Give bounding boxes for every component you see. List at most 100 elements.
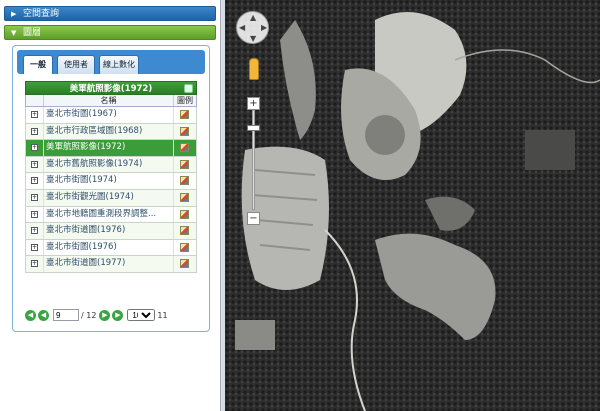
spatial-query-header[interactable]: ▶ 空間查詢: [4, 6, 216, 21]
spatial-query-label: 空間查詢: [23, 9, 60, 19]
page-number-input[interactable]: [53, 309, 79, 321]
layer-row[interactable]: + 臺北市地籍圖重測段界調整...: [25, 206, 197, 224]
next-page-button[interactable]: ▶: [99, 309, 111, 321]
grid-title-bar: 美軍航照影像(1972): [25, 81, 197, 95]
pan-left-icon[interactable]: ◀: [239, 23, 245, 32]
legend-icon[interactable]: [180, 126, 189, 136]
plus-icon[interactable]: +: [31, 160, 38, 168]
grid-rows: + 臺北市街圖(1967) + 臺北市行政區域圖(1968) + 美軍航照影像(1972)…: [25, 107, 197, 273]
legend-cell[interactable]: [174, 124, 196, 140]
expand-cell[interactable]: +: [26, 239, 44, 256]
layer-box: 一般 使用者 線上數化 美軍航照影像(1972) 名稱 圖例 + 臺北市街圖(19…: [12, 45, 210, 332]
layer-row[interactable]: + 臺北市街道圖(1976): [25, 223, 197, 240]
plus-icon[interactable]: +: [31, 210, 38, 218]
layer-name[interactable]: 臺北市街圖(1974): [44, 173, 174, 189]
expand-cell[interactable]: +: [26, 189, 44, 206]
legend-cell[interactable]: [174, 190, 196, 206]
last-page-button[interactable]: ▶: [112, 309, 124, 321]
legend-icon[interactable]: [180, 209, 189, 219]
grid-header-row: 名稱 圖例: [25, 95, 197, 107]
legend-cell[interactable]: [174, 107, 196, 123]
legend-column-header: 圖例: [177, 96, 193, 105]
page-size-select[interactable]: 10: [127, 309, 156, 321]
plus-icon[interactable]: +: [31, 260, 38, 268]
page-total: / 12: [81, 310, 97, 320]
plus-icon[interactable]: +: [31, 127, 38, 135]
expand-cell[interactable]: +: [26, 123, 44, 140]
layer-panel: ▶ 空間查詢 ▼ 圖層 一般 使用者 線上數化 美軍航照影像(1972) 名稱 …: [0, 0, 220, 411]
layer-row[interactable]: + 臺北市舊航照影像(1974): [25, 156, 197, 174]
expand-cell[interactable]: +: [26, 206, 44, 223]
plus-icon[interactable]: +: [31, 243, 38, 251]
layer-name[interactable]: 臺北市街圖(1976): [44, 239, 174, 256]
tab-general[interactable]: 一般: [23, 55, 53, 74]
plus-icon[interactable]: +: [31, 193, 38, 201]
legend-icon[interactable]: [180, 143, 189, 153]
street-view-pegman-icon[interactable]: [249, 58, 259, 80]
legend-cell[interactable]: [174, 140, 196, 156]
expand-cell[interactable]: +: [26, 256, 44, 272]
tab-strip: 一般 使用者 線上數化: [17, 50, 205, 74]
layer-name[interactable]: 美軍航照影像(1972): [44, 140, 174, 156]
expand-cell[interactable]: +: [26, 223, 44, 239]
pagination: ◀ ◀ / 12 ▶ ▶ 10 11: [25, 308, 215, 322]
layer-name[interactable]: 臺北市地籍圖重測段界調整...: [44, 206, 174, 223]
prev-page-button[interactable]: ◀: [38, 309, 49, 321]
expand-cell[interactable]: +: [26, 140, 44, 156]
legend-icon[interactable]: [180, 259, 189, 269]
zoom-handle[interactable]: [247, 125, 260, 131]
layer-name[interactable]: 臺北市舊航照影像(1974): [44, 156, 174, 173]
legend-icon[interactable]: [180, 159, 189, 169]
layer-name[interactable]: 臺北市行政區域圖(1968): [44, 123, 174, 140]
layer-row[interactable]: + 臺北市街道圖(1977): [25, 256, 197, 273]
legend-icon[interactable]: [180, 176, 189, 186]
tab-online-digitize[interactable]: 線上數化: [99, 55, 139, 74]
map-view[interactable]: ▲ ▼ ◀ ▶ + −: [225, 0, 600, 411]
first-page-button[interactable]: ◀: [25, 309, 36, 321]
legend-cell[interactable]: [174, 223, 196, 239]
layer-row[interactable]: + 臺北市行政區域圖(1968): [25, 123, 197, 141]
layer-row[interactable]: + 臺北市街圖(1967): [25, 107, 197, 124]
plus-icon[interactable]: +: [31, 144, 38, 152]
plus-icon[interactable]: +: [31, 177, 38, 185]
legend-cell[interactable]: [174, 240, 196, 256]
layer-row[interactable]: + 臺北市街觀光圖(1974): [25, 189, 197, 207]
layers-label: 圖層: [23, 28, 42, 38]
zoom-in-button[interactable]: +: [247, 97, 260, 110]
pan-up-icon[interactable]: ▲: [250, 13, 256, 22]
layers-header[interactable]: ▼ 圖層: [4, 25, 216, 40]
layer-name[interactable]: 臺北市街觀光圖(1974): [44, 189, 174, 206]
name-column-header[interactable]: 名稱: [44, 95, 174, 106]
legend-icon[interactable]: [180, 226, 189, 236]
layer-name[interactable]: 臺北市街道圖(1976): [44, 223, 174, 239]
grid-title: 美軍航照影像(1972): [69, 84, 153, 94]
legend-icon[interactable]: [180, 242, 189, 252]
record-count: 11: [157, 310, 168, 320]
layer-row[interactable]: + 美軍航照影像(1972): [25, 140, 197, 157]
zoom-slider[interactable]: + −: [247, 97, 260, 225]
pan-down-icon[interactable]: ▼: [250, 34, 256, 43]
plus-icon[interactable]: +: [31, 227, 38, 235]
legend-cell[interactable]: [174, 207, 196, 223]
grid-toggle-icon[interactable]: [184, 84, 193, 93]
expand-arrow-icon: ▼: [11, 29, 17, 37]
legend-icon[interactable]: [180, 192, 189, 202]
layer-row[interactable]: + 臺北市街圖(1976): [25, 239, 197, 257]
layer-grid: 美軍航照影像(1972) 名稱 圖例 + 臺北市街圖(1967) + 臺北市行政區域圖…: [25, 81, 197, 273]
collapse-arrow-icon: ▶: [11, 10, 17, 18]
legend-icon[interactable]: [180, 110, 189, 119]
legend-cell[interactable]: [174, 173, 196, 189]
pan-control[interactable]: ▲ ▼ ◀ ▶: [236, 11, 269, 44]
expand-cell[interactable]: +: [26, 107, 44, 123]
legend-cell[interactable]: [174, 256, 196, 272]
plus-icon[interactable]: +: [31, 111, 38, 118]
pan-right-icon[interactable]: ▶: [261, 23, 267, 32]
expand-cell[interactable]: +: [26, 156, 44, 173]
layer-name[interactable]: 臺北市街道圖(1977): [44, 256, 174, 272]
legend-cell[interactable]: [174, 157, 196, 173]
zoom-out-button[interactable]: −: [247, 212, 260, 225]
layer-row[interactable]: + 臺北市街圖(1974): [25, 173, 197, 190]
tab-user[interactable]: 使用者: [57, 55, 95, 74]
layer-name[interactable]: 臺北市街圖(1967): [44, 107, 174, 123]
expand-cell[interactable]: +: [26, 173, 44, 189]
